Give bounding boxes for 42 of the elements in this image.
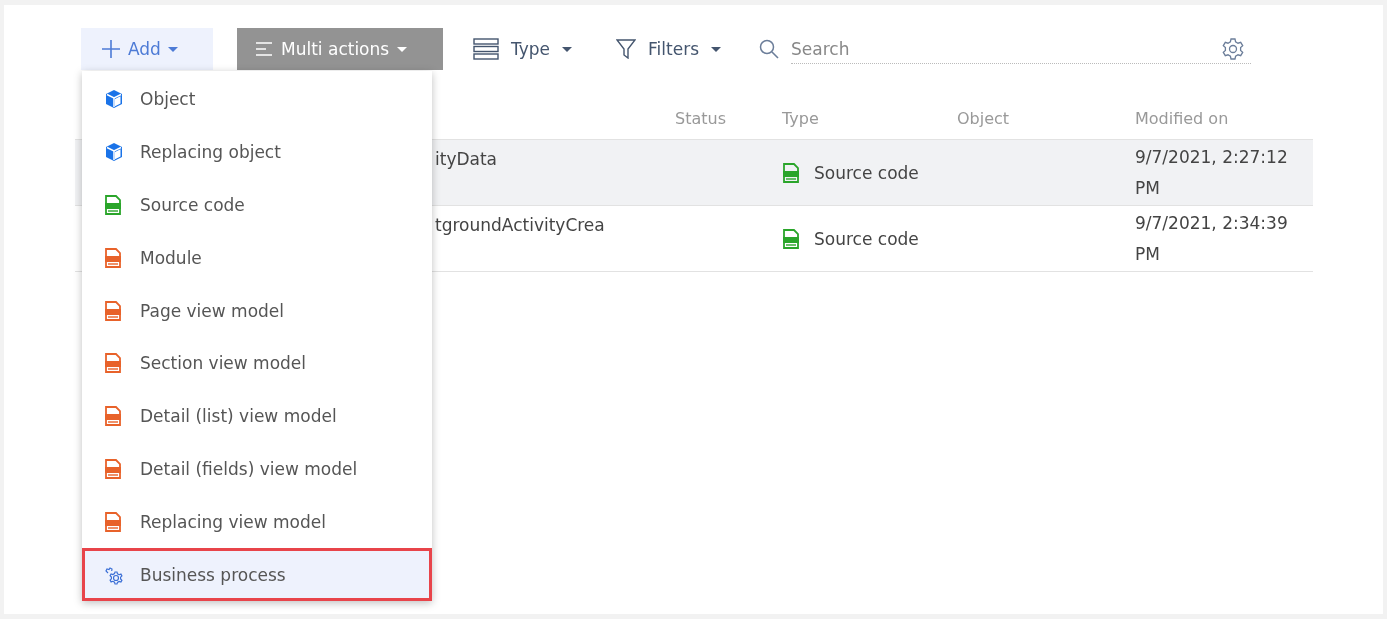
table-cell: tgroundActivityCrea [435,214,605,235]
settings-icon[interactable] [1221,37,1245,61]
column-header: Modified on [1135,107,1230,130]
caret-icon [562,46,573,52]
menu-item[interactable]: Business process [82,548,432,601]
file-icon [104,511,124,532]
search-field[interactable]: Search [791,34,1251,64]
menu-item[interactable]: Section view model [82,337,432,390]
menu-item[interactable]: Detail (fields) view model [82,442,432,496]
file-icon [104,458,124,479]
filter-icon [616,39,637,59]
file-icon [104,247,124,268]
file-icon [104,300,124,321]
cube-icon [104,89,124,110]
menu-item[interactable]: Page view model [82,284,432,337]
menu-item[interactable]: Replacing view model [82,495,432,549]
file-icon [782,228,800,249]
column-header: Status [675,108,727,128]
search-icon [759,39,779,59]
file-icon [104,353,124,374]
plus-icon [101,39,121,59]
list-icon [473,38,499,60]
table-cell: ityData [435,148,498,169]
table-cell: Source code [814,162,919,183]
column-header: Object [957,108,1011,128]
file-icon [104,406,124,427]
lines-icon [255,41,273,57]
add-button[interactable]: Add [81,28,213,70]
file-icon [782,162,800,183]
caret-icon [167,46,178,52]
menu-item[interactable]: Object [82,73,432,126]
type-button[interactable]: Type [473,28,573,70]
cube-icon [104,142,124,163]
filters-button[interactable]: Filters [616,28,721,70]
table-cell: 9/7/2021, 2:27:12 PM [1135,146,1288,198]
table-cell: Source code [814,228,919,249]
table-cell: 9/7/2021, 2:34:39 PM [1135,212,1288,264]
caret-icon [397,46,408,52]
menu-item[interactable]: Detail (list) view model [82,389,432,443]
column-header: Type [782,108,820,128]
file-icon [104,195,124,215]
caret-icon [711,46,721,52]
